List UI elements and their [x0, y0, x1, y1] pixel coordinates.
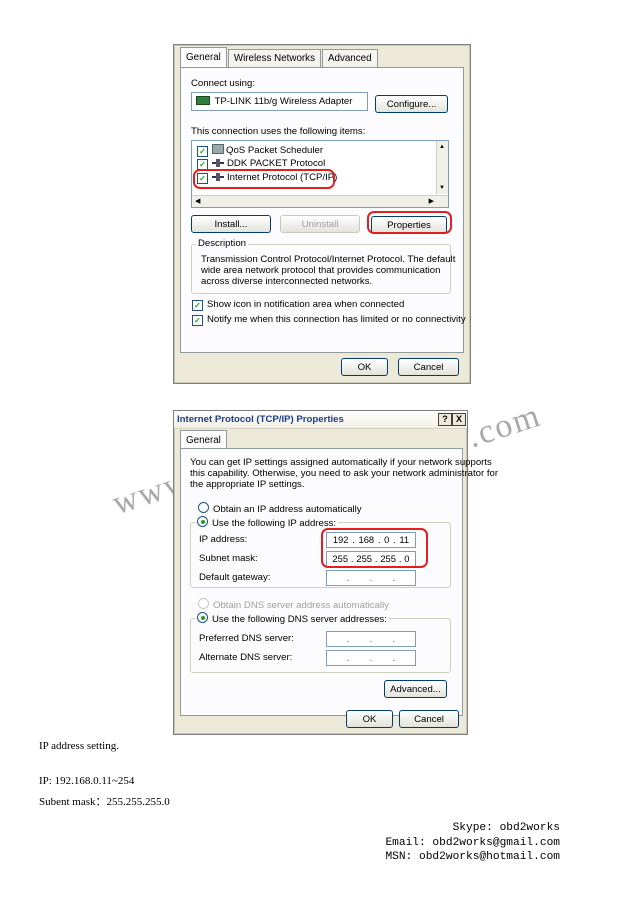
ip-range-note: IP: 192.168.0.11~254	[39, 775, 135, 787]
use-following-dns-option[interactable]: Use the following DNS server addresses:	[195, 612, 389, 625]
description-line-2: wide area network protocol that provides…	[201, 265, 441, 276]
notify-checkbox[interactable]: ✓	[192, 315, 203, 326]
alternate-dns-input[interactable]: . . .	[326, 650, 416, 666]
tcpip-highlight	[193, 169, 335, 189]
list-item-qos[interactable]: ✓ QoS Packet Scheduler	[197, 144, 323, 157]
connect-using-label: Connect using:	[191, 78, 255, 89]
obtain-dns-auto-label: Obtain DNS server address automatically	[213, 600, 389, 611]
notes-heading: IP address setting.	[39, 740, 119, 752]
description-group: Description Transmission Control Protoco…	[191, 238, 455, 294]
notify-label: Notify me when this connection has limit…	[207, 314, 466, 325]
description-line-3: across diverse interconnected networks.	[201, 276, 373, 287]
use-following-dns-radio[interactable]	[197, 612, 208, 623]
scroll-right-icon[interactable]: ▶	[429, 197, 434, 205]
obtain-ip-auto-radio[interactable]	[198, 502, 209, 513]
alternate-dns-label: Alternate DNS server:	[199, 652, 293, 663]
description-line-1: Transmission Control Protocol/Internet P…	[201, 254, 456, 265]
obtain-dns-auto-radio[interactable]	[198, 598, 209, 609]
general-panel: Connect using: TP-LINK 11b/g Wireless Ad…	[180, 67, 466, 353]
show-icon-option[interactable]: ✓ Show icon in notification area when con…	[192, 299, 404, 311]
adapter-name: TP-LINK 11b/g Wireless Adapter	[214, 96, 353, 107]
email-contact: Email: obd2works@gmail.com	[385, 837, 560, 849]
use-following-ip-radio[interactable]	[197, 516, 208, 527]
ip-address-label: IP address:	[199, 534, 248, 545]
qos-checkbox[interactable]: ✓	[197, 146, 208, 157]
default-gateway-label: Default gateway:	[199, 572, 271, 583]
tcpip-properties-dialog: Internet Protocol (TCP/IP) Properties ? …	[173, 410, 498, 735]
help-button[interactable]: ?	[438, 413, 452, 426]
dialog-title: Internet Protocol (TCP/IP) Properties	[177, 414, 344, 425]
adapter-box: TP-LINK 11b/g Wireless Adapter	[191, 92, 368, 111]
ok-button[interactable]: OK	[346, 710, 393, 728]
use-following-dns-label: Use the following DNS server addresses:	[212, 614, 387, 625]
intro-line-1: You can get IP settings assigned automat…	[190, 457, 492, 468]
default-gateway-input[interactable]: . . .	[326, 570, 416, 586]
notify-option[interactable]: ✓ Notify me when this connection has limi…	[192, 314, 466, 326]
subnet-mask-note: Subent mask：255.255.255.0	[39, 796, 170, 808]
cancel-button[interactable]: Cancel	[399, 710, 459, 728]
tab-wireless-networks[interactable]: Wireless Networks	[227, 49, 321, 67]
intro-line-3: the appropriate IP settings.	[190, 479, 305, 490]
general-panel: You can get IP settings assigned automat…	[180, 448, 498, 716]
network-adapter-icon	[196, 96, 210, 105]
tab-general[interactable]: General	[180, 430, 227, 449]
advanced-button[interactable]: Advanced...	[384, 680, 447, 698]
obtain-ip-auto-label: Obtain an IP address automatically	[213, 504, 362, 515]
uninstall-button[interactable]: Uninstall	[280, 215, 360, 233]
dialog-tabs: General	[180, 430, 228, 449]
qos-icon	[212, 144, 224, 154]
tab-advanced[interactable]: Advanced	[321, 49, 378, 67]
dialog-tabs: General Wireless Networks Advanced	[180, 47, 379, 67]
intro-line-2: this capability. Otherwise, you need to …	[190, 468, 499, 479]
configure-button[interactable]: Configure...	[375, 95, 448, 113]
connection-properties-dialog: General Wireless Networks Advanced Conne…	[173, 44, 471, 384]
ip-settings-highlight	[321, 528, 428, 568]
watermark-right: .com	[463, 396, 546, 456]
skype-contact: Skype: obd2works	[452, 822, 560, 834]
dns-group: Use the following DNS server addresses: …	[190, 612, 451, 673]
items-label: This connection uses the following items…	[191, 126, 366, 137]
obtain-dns-auto-option[interactable]: Obtain DNS server address automatically	[198, 598, 389, 611]
preferred-dns-input[interactable]: . . .	[326, 631, 416, 647]
qos-label: QoS Packet Scheduler	[226, 145, 324, 156]
ok-button[interactable]: OK	[341, 358, 388, 376]
scroll-down-icon[interactable]: ▼	[439, 185, 445, 191]
obtain-ip-auto-option[interactable]: Obtain an IP address automatically	[198, 502, 362, 515]
use-following-ip-label: Use the following IP address:	[212, 518, 337, 529]
preferred-dns-label: Preferred DNS server:	[199, 633, 294, 644]
install-button[interactable]: Install...	[191, 215, 271, 233]
list-horizontal-scrollbar[interactable]: ◀ ▶	[192, 195, 448, 207]
scroll-left-icon[interactable]: ◀	[195, 197, 200, 205]
list-vertical-scrollbar[interactable]: ▲ ▼	[436, 141, 448, 194]
title-bar: Internet Protocol (TCP/IP) Properties ? …	[174, 411, 467, 429]
msn-contact: MSN: obd2works@hotmail.com	[385, 851, 560, 863]
subnet-mask-label: Subnet mask:	[199, 553, 258, 564]
close-button[interactable]: X	[452, 413, 466, 426]
protocol-icon	[212, 159, 225, 167]
show-icon-checkbox[interactable]: ✓	[192, 300, 203, 311]
cancel-button[interactable]: Cancel	[398, 358, 459, 376]
ddk-label: DDK PACKET Protocol	[227, 158, 326, 169]
properties-highlight	[367, 211, 452, 234]
description-label: Description	[196, 238, 248, 249]
use-following-ip-option[interactable]: Use the following IP address:	[195, 516, 339, 529]
show-icon-label: Show icon in notification area when conn…	[207, 299, 405, 310]
adapter-row: TP-LINK 11b/g Wireless Adapter	[196, 96, 352, 107]
tab-general[interactable]: General	[180, 47, 227, 67]
scroll-up-icon[interactable]: ▲	[439, 144, 445, 150]
